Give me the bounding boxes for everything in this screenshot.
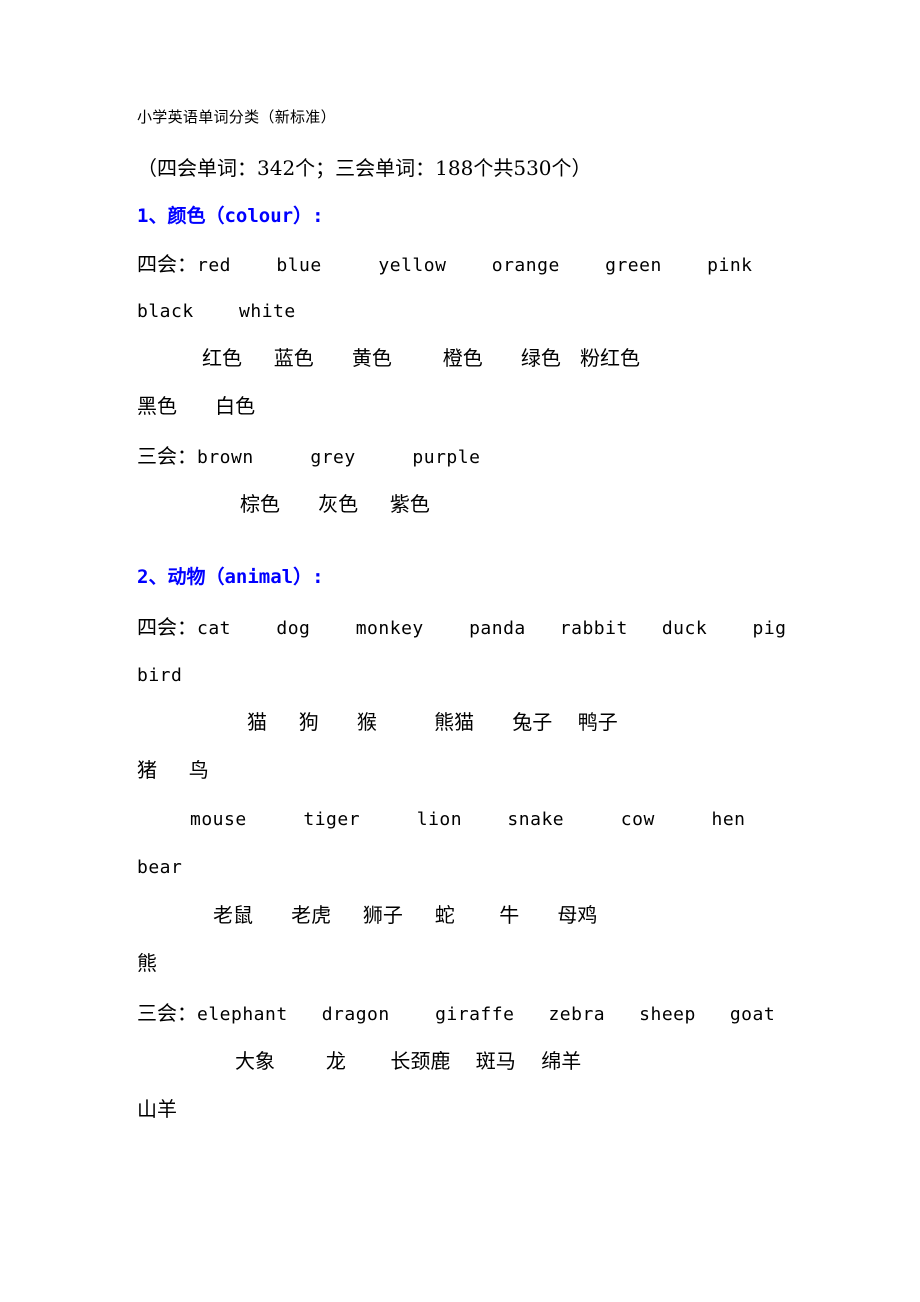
colour-three-skills-words: brown grey purple [197, 447, 481, 468]
page-title: 小学英语单词分类（新标准） [137, 108, 336, 126]
animal-four-skills-english-row-4: bear [137, 856, 182, 877]
animal-four-skills-chinese-row-3: 老鼠 老虎 狮子 蛇 牛 母鸡 [213, 903, 598, 927]
four-skills-label: 四会： [137, 252, 197, 276]
section-heading-animal: 2、动物（animal）: [137, 566, 324, 588]
word-count-subtitle: （四会单词：342个；三会单词：188个共530个） [137, 156, 592, 180]
colour-four-skills-chinese-row: 红色 蓝色 黄色 橙色 绿色 粉红色 [202, 346, 641, 370]
colour-four-skills-english-row-2: black white [137, 300, 296, 321]
section-heading-colour: 1、颜色（colour）: [137, 205, 324, 227]
animal-three-skills-chinese-row-2: 山羊 [137, 1097, 177, 1121]
four-skills-label: 四会： [137, 615, 197, 639]
animal-three-skills-chinese-row: 大象 龙 长颈鹿 斑马 绵羊 [235, 1049, 582, 1073]
animal-three-skills-english-row: 三会：elephant dragon giraffe zebra sheep g… [137, 1003, 775, 1024]
animal-four-skills-words-4: bear [137, 857, 183, 878]
colour-four-skills-english-row: 四会：red blue yellow orange green pink [137, 254, 753, 275]
colour-four-skills-chinese-row-2: 黑色 白色 [137, 394, 256, 418]
animal-four-skills-words-3: mouse tiger lion snake cow hen [190, 809, 746, 830]
three-skills-label: 三会： [137, 1001, 197, 1025]
colour-four-skills-words-2: black white [137, 301, 296, 322]
document-page: 小学英语单词分类（新标准） （四会单词：342个；三会单词：188个共530个）… [0, 0, 920, 1302]
three-skills-label: 三会： [137, 444, 197, 468]
animal-four-skills-words: cat dog monkey panda rabbit duck pig [197, 618, 787, 639]
colour-three-skills-chinese-row: 棕色 灰色 紫色 [240, 492, 430, 516]
animal-three-skills-words: elephant dragon giraffe zebra sheep goat [197, 1004, 776, 1025]
animal-four-skills-english-row-2: bird [137, 664, 182, 685]
animal-four-skills-english-row: 四会：cat dog monkey panda rabbit duck pig [137, 617, 787, 638]
animal-four-skills-english-row-3: mouse tiger lion snake cow hen [190, 808, 746, 829]
animal-four-skills-chinese-row-4: 熊 [137, 951, 157, 975]
animal-four-skills-words-2: bird [137, 665, 183, 686]
animal-four-skills-chinese-row-2: 猪 鸟 [137, 758, 209, 782]
animal-four-skills-chinese-row: 猫 狗 猴 熊猫 兔子 鸭子 [247, 710, 618, 734]
colour-four-skills-words: red blue yellow orange green pink [197, 255, 753, 276]
colour-three-skills-english-row: 三会：brown grey purple [137, 446, 480, 467]
